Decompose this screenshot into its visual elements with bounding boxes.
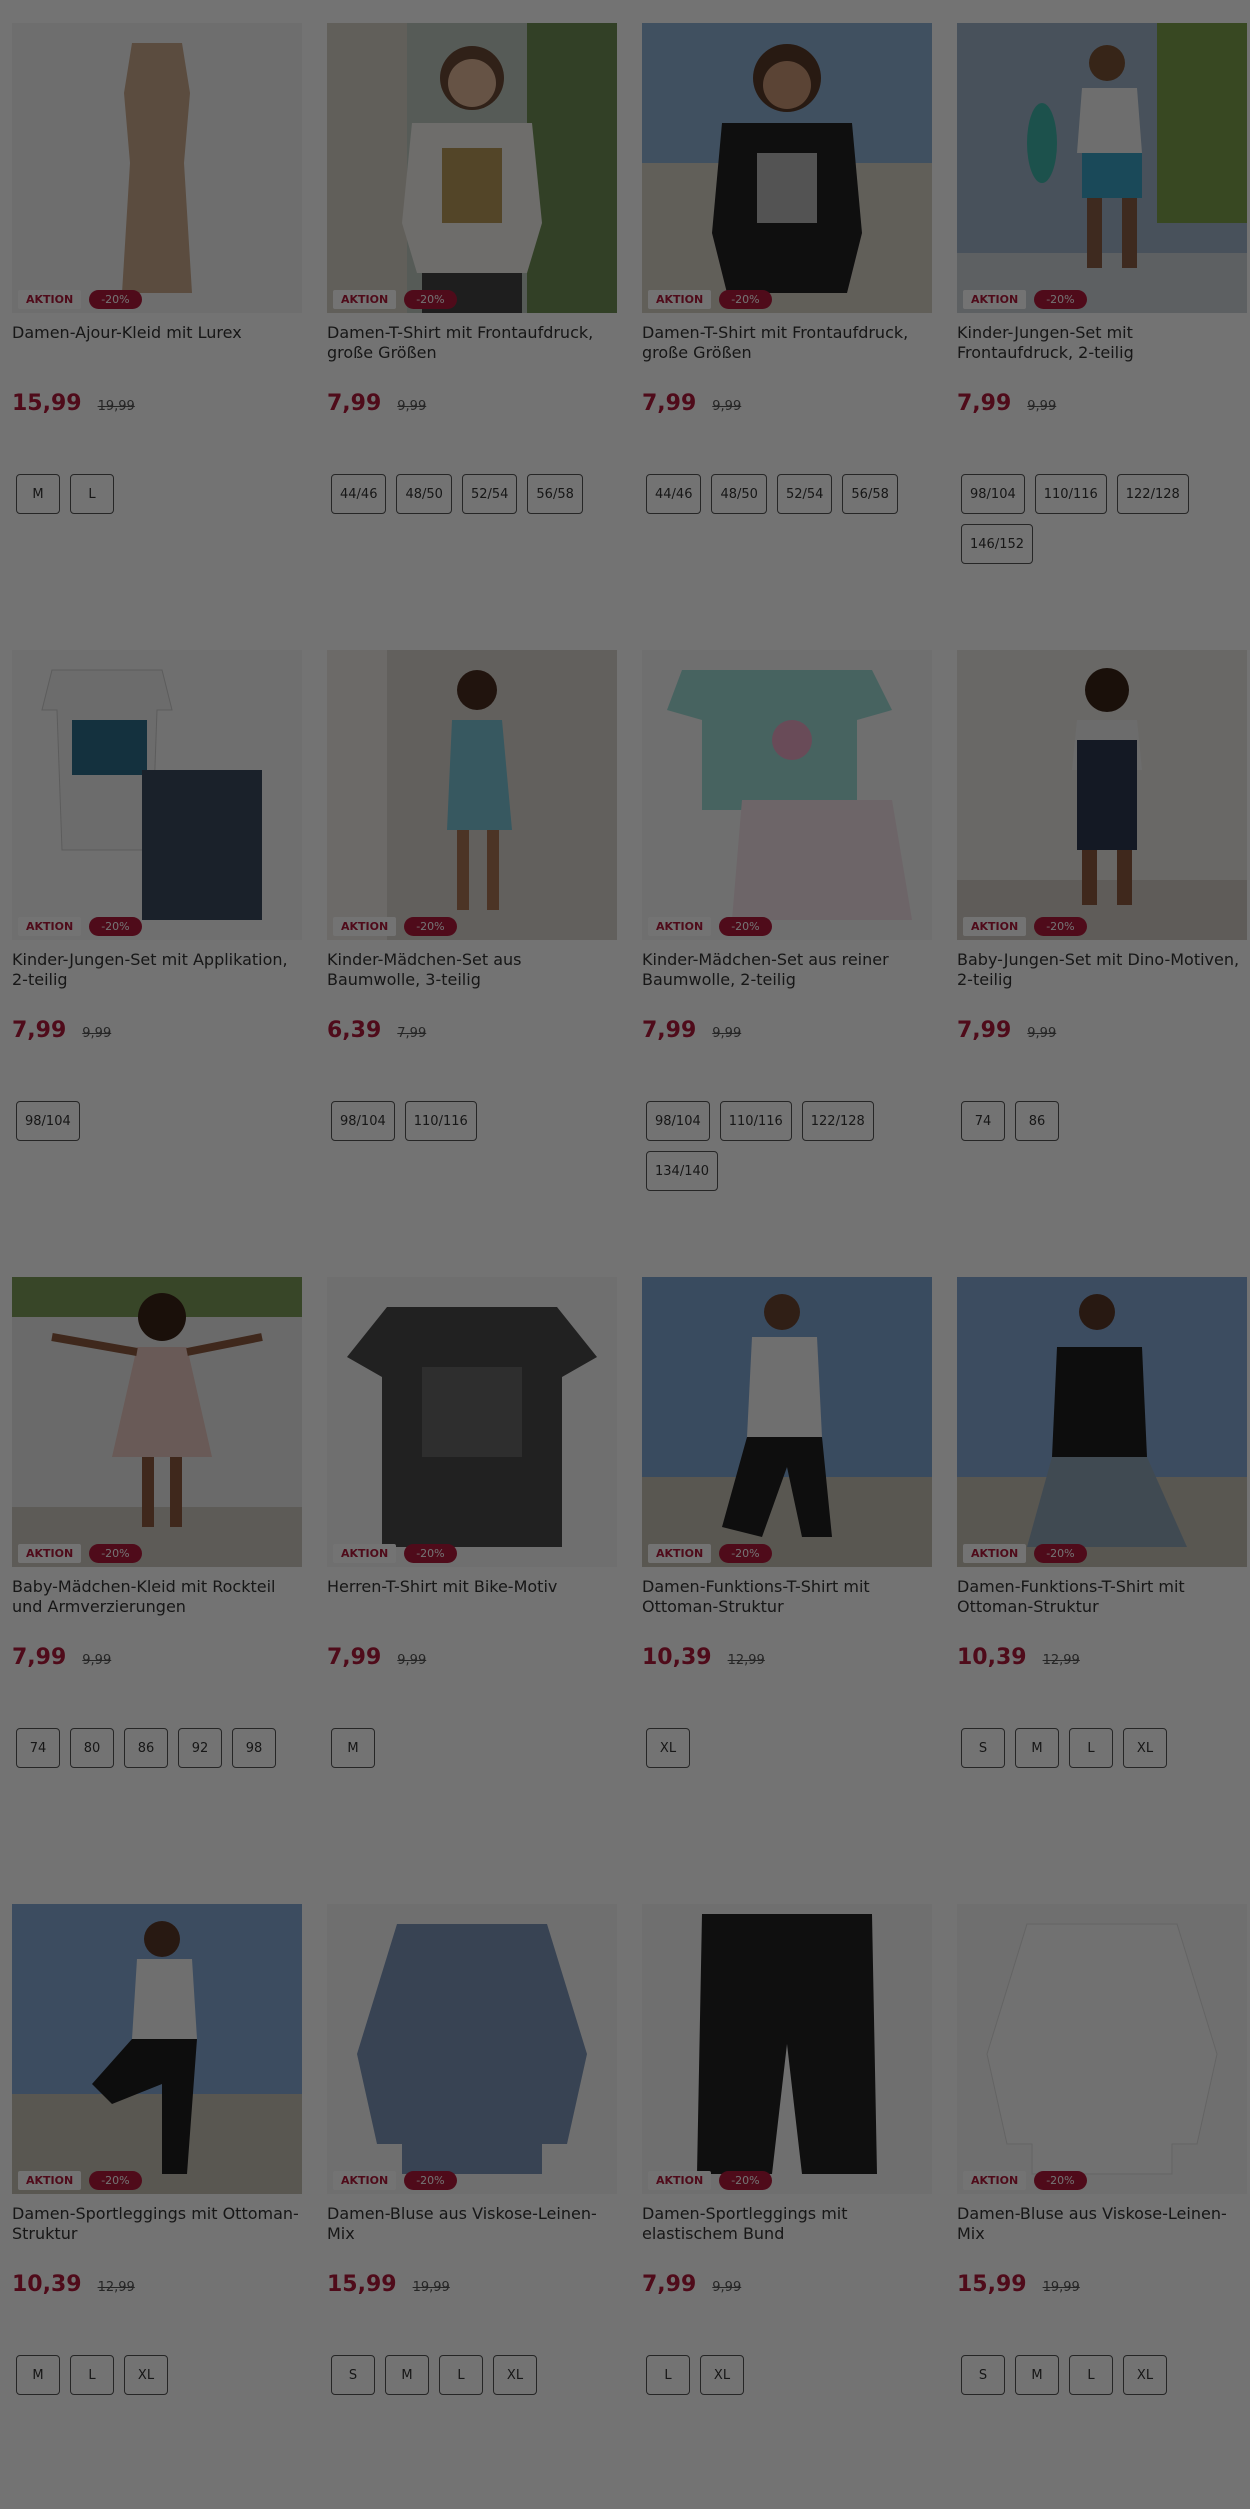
modal-dim-overlay[interactable] xyxy=(0,0,1250,2509)
